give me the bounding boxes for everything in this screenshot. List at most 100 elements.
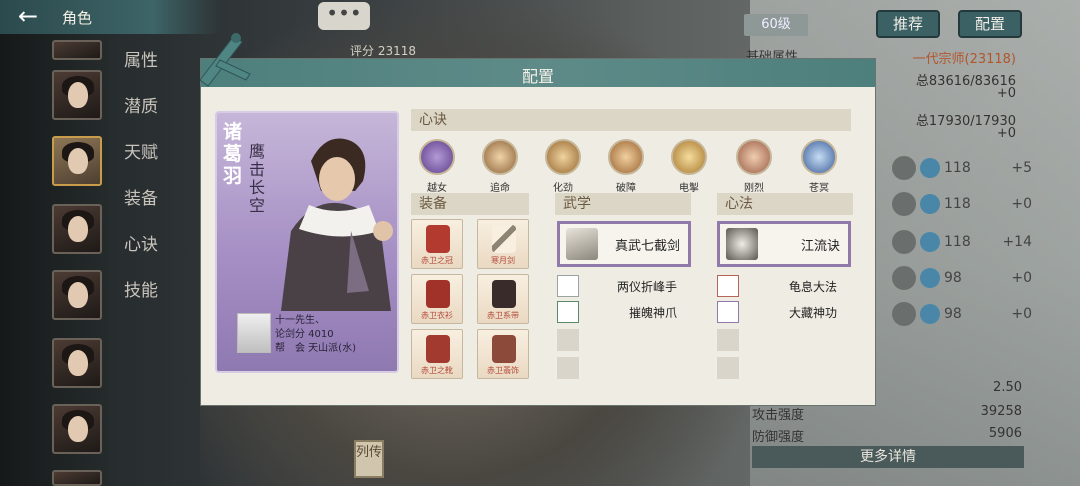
wuxue-sub-name: 两仪折峰手 [617, 280, 678, 294]
xinfa-main-name: 江流诀 [800, 239, 840, 254]
avatar[interactable] [52, 338, 102, 388]
wuxue-sub-slot[interactable]: 摧魄神爪 [557, 301, 691, 323]
menu-item-potential[interactable]: 潜质 [124, 92, 158, 117]
skill-badge-icon [920, 232, 940, 252]
menu-item-attributes[interactable]: 属性 [124, 46, 158, 71]
xinfa-header: 心法 [717, 193, 853, 215]
menu-item-equipment[interactable]: 装备 [124, 184, 158, 209]
avatar[interactable] [52, 470, 102, 486]
accessory-icon [492, 335, 516, 363]
xinjue-label: 刚烈 [744, 183, 764, 194]
empty-slot[interactable] [717, 357, 739, 379]
pozhang-icon[interactable] [608, 139, 644, 175]
xinjue-label: 苍冥 [809, 183, 829, 194]
xinfa-sub-name: 大藏神功 [789, 306, 838, 320]
skill-portrait [892, 156, 916, 180]
top-bar: ← 角色 [0, 0, 220, 34]
skill-row: 118 +5 [892, 156, 1032, 182]
equip-slot-weapon[interactable]: 寒月剑 [477, 219, 529, 269]
back-button[interactable]: ← [6, 4, 50, 30]
skill-badge-icon [920, 158, 940, 178]
huajin-icon[interactable] [545, 139, 581, 175]
avatar[interactable] [52, 136, 102, 186]
inner-art-icon [717, 275, 739, 297]
equip-slot-boots[interactable]: 赤卫之靴 [411, 329, 463, 379]
skill-bonus: +14 [1002, 234, 1032, 250]
hero-name: 诸葛羽 [223, 121, 243, 187]
modal-title: 配置 [521, 67, 554, 86]
owner-info: 十一先生、 论剑分 4010 帮 会 天山派(水) [237, 309, 397, 359]
dianche-icon[interactable] [671, 139, 707, 175]
character-list [0, 34, 110, 486]
hp-plus: +0 [996, 86, 1016, 101]
xinfa-sub-slot[interactable]: 龟息大法 [717, 275, 851, 297]
more-details-button[interactable]: 更多详情 [752, 446, 1024, 468]
menu-item-xinjue[interactable]: 心诀 [124, 230, 158, 255]
skill-value: 98 [944, 306, 962, 322]
score-text: 评分 23118 [350, 44, 416, 58]
avatar[interactable] [52, 404, 102, 454]
equip-slot-accessory[interactable]: 赤卫翡饰 [477, 329, 529, 379]
skill-bonus: +0 [1011, 270, 1032, 286]
sword-decoration-icon [199, 33, 251, 87]
equip-header: 装备 [411, 193, 529, 215]
wuxue-main-name: 真武七截剑 [614, 239, 680, 254]
equip-label: 赤卫衣衫 [421, 311, 453, 320]
attack-label: 攻击强度 [752, 408, 805, 423]
empty-slot[interactable] [717, 329, 739, 351]
equip-label: 赤卫翡饰 [487, 366, 519, 375]
hero-title: 鹰击长空 [249, 142, 266, 215]
armor-icon [426, 280, 450, 308]
empty-slot[interactable] [557, 329, 579, 351]
defense-label: 防御强度 [752, 430, 805, 445]
chat-button[interactable]: ••• [318, 2, 370, 30]
xinjue-label: 电掣 [679, 183, 699, 194]
equip-label: 赤卫系带 [487, 311, 519, 320]
stat-value: 2.50 [993, 380, 1022, 395]
equip-slot-armor[interactable]: 赤卫衣衫 [411, 274, 463, 324]
wuxue-sub-slot[interactable]: 两仪折峰手 [557, 275, 691, 297]
page-title: 角色 [62, 9, 93, 27]
menu-item-skills[interactable]: 技能 [124, 276, 158, 301]
owner-guild: 帮 会 天山派(水) [275, 343, 356, 354]
wuxue-sub-name: 摧魄神爪 [629, 306, 678, 320]
xinjue-label: 化劲 [553, 183, 573, 194]
owner-avatar [237, 313, 271, 353]
boots-icon [426, 335, 450, 363]
xinjue-header: 心诀 [411, 109, 851, 131]
skill-badge-icon [920, 304, 940, 324]
skill-bonus: +0 [1011, 196, 1032, 212]
menu-item-talent[interactable]: 天赋 [124, 138, 158, 163]
avatar[interactable] [52, 70, 102, 120]
cangming-icon[interactable] [801, 139, 837, 175]
equip-slot-helmet[interactable]: 赤卫之冠 [411, 219, 463, 269]
biography-button[interactable]: 列传 [354, 440, 384, 478]
wuxue-header: 武学 [555, 193, 691, 215]
empty-slot[interactable] [557, 357, 579, 379]
avatar[interactable] [52, 40, 102, 60]
skill-portrait [892, 302, 916, 326]
skill-bonus: +0 [1011, 306, 1032, 322]
equip-label: 寒月剑 [491, 256, 515, 265]
config-button[interactable]: 配置 [958, 10, 1022, 38]
avatar[interactable] [52, 270, 102, 320]
xinfa-sub-slot[interactable]: 大藏神功 [717, 301, 851, 323]
martial-art-icon [557, 275, 579, 297]
xinjue-label: 越女 [427, 183, 447, 194]
ganglie-icon[interactable] [736, 139, 772, 175]
level-badge: 60级 [744, 14, 808, 36]
equip-slot-belt[interactable]: 赤卫系带 [477, 274, 529, 324]
owner-score: 论剑分 4010 [275, 329, 334, 340]
yuenv-icon[interactable] [419, 139, 455, 175]
zhuiming-icon[interactable] [482, 139, 518, 175]
recommend-button[interactable]: 推荐 [876, 10, 940, 38]
meditation-icon [726, 228, 758, 260]
avatar[interactable] [52, 204, 102, 254]
xinjue-label: 破障 [616, 183, 636, 194]
wuxue-main-slot[interactable]: 真武七截剑 [557, 221, 691, 267]
inner-art-icon [717, 301, 739, 323]
defense-value: 5906 [988, 426, 1022, 441]
xinfa-main-slot[interactable]: 江流诀 [717, 221, 851, 267]
swordsman-icon [566, 228, 598, 260]
chat-dots-icon: ••• [326, 1, 362, 25]
